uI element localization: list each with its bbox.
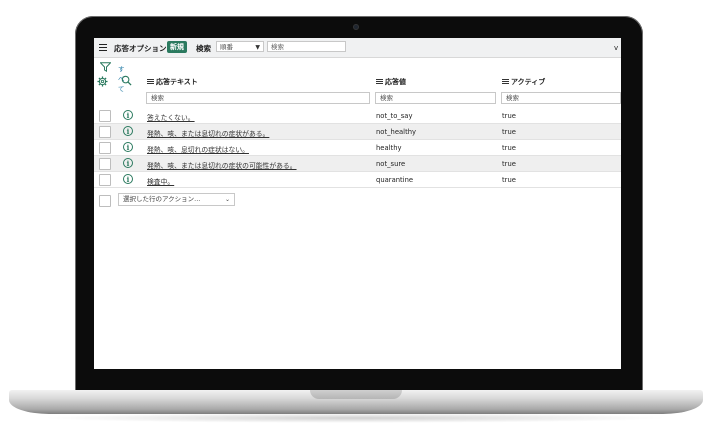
menu-icon[interactable] (99, 44, 107, 52)
chevron-down-icon[interactable]: v (614, 44, 618, 52)
bulk-action-placeholder: 選択した行のアクション... (123, 195, 201, 203)
bulk-action-select[interactable]: 選択した行のアクション... ⌄ (118, 193, 235, 206)
chevron-down-icon: ⌄ (224, 196, 230, 203)
caret-down-icon: ▼ (255, 44, 260, 51)
info-icon[interactable]: i (123, 174, 133, 184)
column-menu-icon[interactable] (502, 79, 509, 85)
table-row: i 発熱、咳、または息切れの症状の可能性がある。 not_sure true (94, 156, 621, 172)
search-field-select[interactable]: 順番 ▼ (216, 41, 264, 52)
filter-input-active[interactable]: 検索 (501, 92, 621, 104)
webcam (353, 24, 359, 30)
info-icon[interactable]: i (123, 126, 133, 136)
table-row: i 発熱、咳、または息切れの症状がある。 not_healthy true (94, 124, 621, 140)
response-text-link[interactable]: 検査中。 (147, 176, 174, 186)
table-row: i 検査中。 quarantine true (94, 172, 621, 188)
active-value: true (502, 176, 516, 184)
search-label: 検索 (196, 44, 211, 53)
active-value: true (502, 160, 516, 168)
info-icon[interactable]: i (123, 110, 133, 120)
funnel-icon[interactable] (100, 62, 111, 72)
table-row: i 答えたくない。 not_to_say true (94, 108, 621, 124)
column-header-label: 応答値 (385, 78, 406, 86)
info-icon[interactable]: i (123, 142, 133, 152)
laptop-notch (310, 390, 402, 399)
column-header-label: アクティブ (511, 78, 546, 86)
info-icon[interactable]: i (123, 158, 133, 168)
list-header-bar: 応答オプション 新規 検索 順番 ▼ 検索 v (94, 38, 621, 58)
response-value: not_healthy (376, 128, 417, 136)
search-icon[interactable] (121, 75, 132, 86)
gear-icon[interactable] (97, 76, 108, 87)
column-header-text[interactable]: 応答テキスト (147, 77, 198, 87)
column-menu-icon[interactable] (147, 79, 154, 85)
row-checkbox[interactable] (99, 126, 111, 138)
row-checkbox[interactable] (99, 110, 111, 122)
table-row: i 発熱、咳、息切れの症状はない。 healthy true (94, 140, 621, 156)
response-value: quarantine (376, 176, 414, 184)
column-header-label: 応答テキスト (156, 78, 198, 86)
active-value: true (502, 144, 516, 152)
new-button[interactable]: 新規 (167, 41, 187, 53)
response-value: not_sure (376, 160, 406, 168)
column-menu-icon[interactable] (376, 79, 383, 85)
active-value: true (502, 112, 516, 120)
row-checkbox[interactable] (99, 158, 111, 170)
filter-input-text[interactable]: 検索 (146, 92, 370, 104)
filter-input-value[interactable]: 検索 (375, 92, 496, 104)
column-header-active[interactable]: アクティブ (502, 77, 545, 87)
row-checkbox[interactable] (99, 174, 111, 186)
column-header-value[interactable]: 応答値 (376, 77, 406, 87)
page-title: 応答オプション (114, 44, 167, 53)
active-value: true (502, 128, 516, 136)
search-field-value: 順番 (220, 43, 233, 51)
response-value: healthy (376, 144, 402, 152)
response-text-link[interactable]: 答えたくない。 (147, 112, 195, 122)
laptop-shadow (40, 413, 670, 423)
response-text-link[interactable]: 発熱、咳、または息切れの症状がある。 (147, 128, 269, 138)
response-text-link[interactable]: 発熱、咳、または息切れの症状の可能性がある。 (147, 160, 297, 170)
screen: 応答オプション 新規 検索 順番 ▼ 検索 v すべて 応答テキスト 応答値 ア… (94, 38, 621, 369)
response-value: not_to_say (376, 112, 413, 120)
search-input[interactable]: 検索 (267, 41, 346, 52)
row-checkbox[interactable] (99, 142, 111, 154)
select-all-checkbox[interactable] (99, 195, 111, 207)
response-text-link[interactable]: 発熱、咳、息切れの症状はない。 (147, 144, 249, 154)
